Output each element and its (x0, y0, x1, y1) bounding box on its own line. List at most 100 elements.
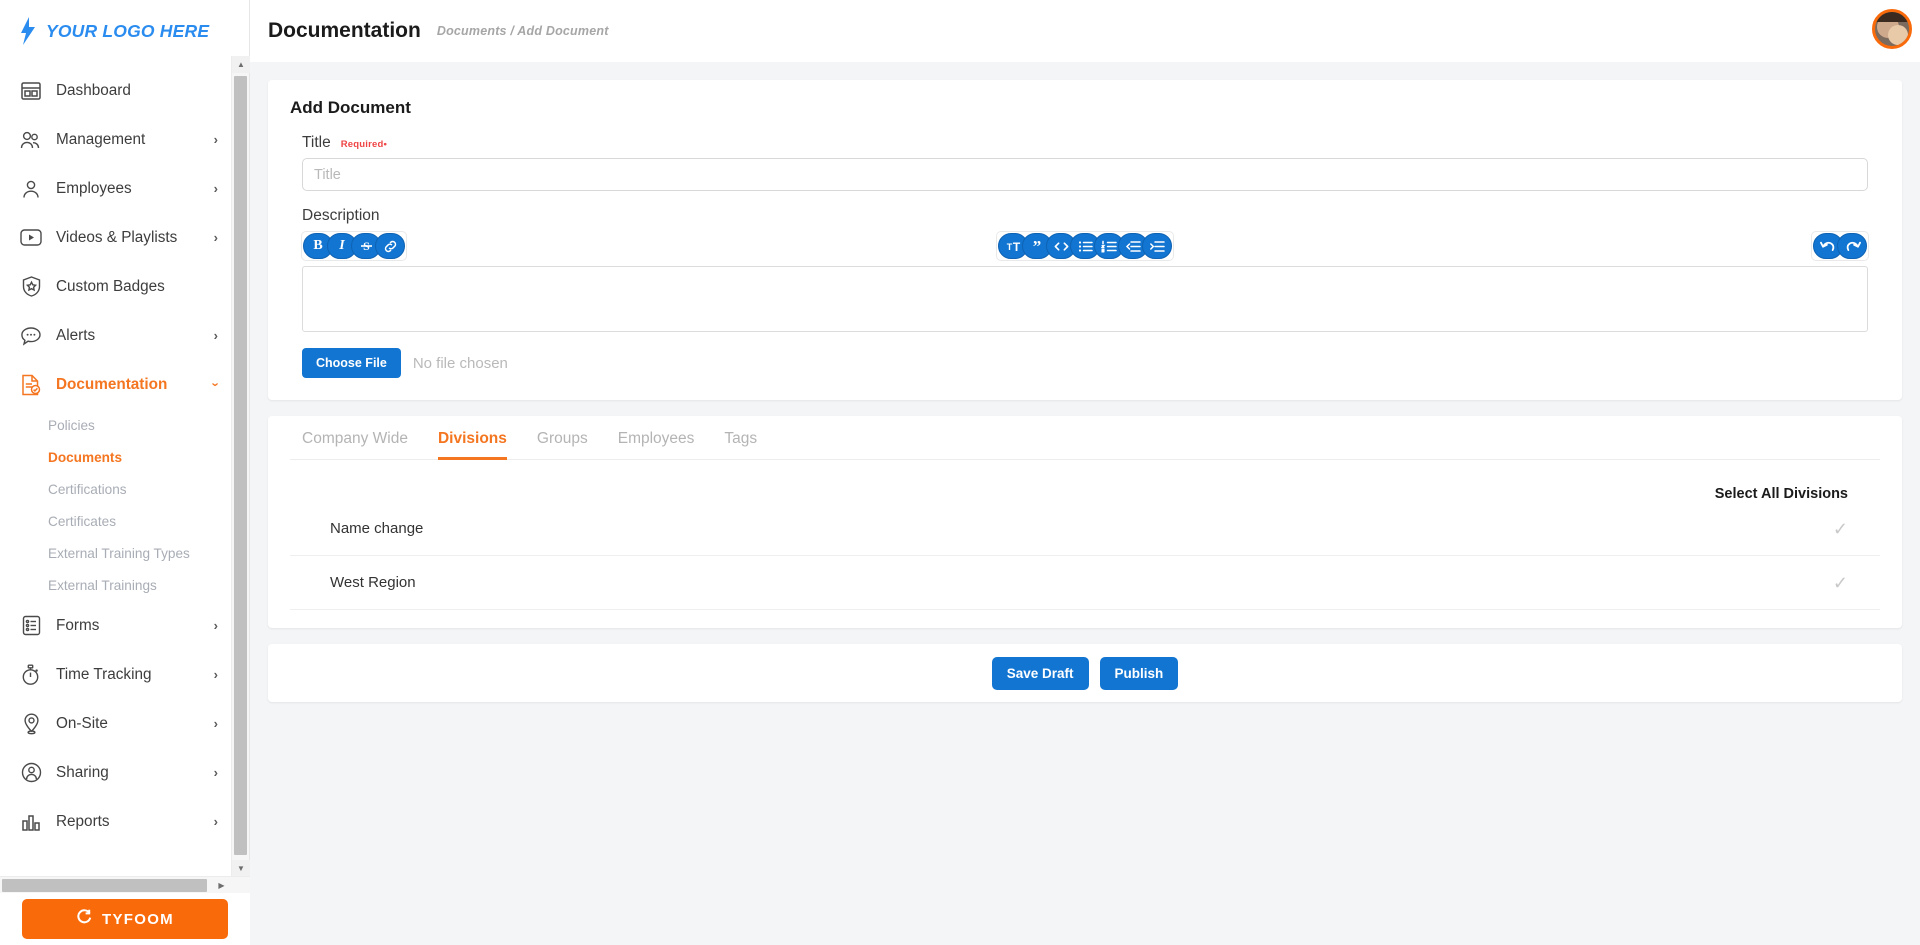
page-content: Add Document Title Required• Description… (250, 62, 1920, 945)
sidebar-item-label: Custom Badges (56, 278, 218, 296)
description-editor[interactable] (302, 266, 1868, 332)
sidebar-item-label: Documentation (56, 376, 214, 394)
sidebar-subitem-policies[interactable]: Policies (0, 409, 232, 441)
file-upload-row: Choose File No file chosen (302, 348, 1880, 378)
choose-file-button[interactable]: Choose File (302, 348, 401, 378)
sidebar-item-on-site[interactable]: On-Site › (0, 699, 232, 748)
scrollbar-thumb[interactable] (2, 879, 207, 892)
sidebar-subitem-certifications[interactable]: Certifications (0, 473, 232, 505)
sidebar-vertical-scrollbar[interactable]: ▲ ▼ (231, 56, 249, 877)
chevron-right-icon[interactable]: › (214, 717, 218, 730)
sidebar-item-alerts[interactable]: Alerts › (0, 311, 232, 360)
sidebar-subitem-documents[interactable]: Documents (0, 441, 232, 473)
sidebar-item-custom-badges[interactable]: Custom Badges (0, 262, 232, 311)
sidebar-item-label: Time Tracking (56, 666, 214, 684)
tab-employees[interactable]: Employees (618, 430, 695, 460)
audience-card: Company Wide Divisions Groups Employees … (268, 416, 1902, 628)
sidebar-nav: Dashboard Management › (0, 62, 249, 945)
publish-button[interactable]: Publish (1100, 657, 1179, 690)
user-icon (18, 176, 44, 202)
title-label-row: Title Required• (290, 134, 1880, 152)
sidebar-item-label: Employees (56, 180, 214, 198)
chevron-down-icon[interactable]: › (209, 382, 222, 386)
link-icon[interactable] (375, 233, 405, 259)
chevron-right-icon[interactable]: › (214, 766, 218, 779)
sidebar-item-reports[interactable]: Reports › (0, 797, 232, 846)
scroll-right-arrow-icon[interactable]: ▶ (213, 877, 230, 894)
brand-button-container: TYFOOM (0, 893, 250, 945)
chevron-right-icon[interactable]: › (214, 231, 218, 244)
logo-mark-icon (18, 16, 38, 46)
division-name: West Region (330, 574, 1833, 591)
tyfoom-button-label: TYFOOM (102, 911, 174, 928)
tab-groups[interactable]: Groups (537, 430, 588, 460)
table-row[interactable]: Name change ✓ (290, 502, 1880, 556)
toolbar-group-block: TT ” (997, 232, 1173, 260)
bar-chart-icon (18, 809, 44, 835)
toolbar-group-inline: B I S (302, 232, 406, 260)
select-all-row[interactable]: Select All Divisions (290, 460, 1880, 502)
badge-icon (18, 274, 44, 300)
sidebar-item-documentation[interactable]: Documentation › (0, 360, 232, 409)
sidebar-item-label: Management (56, 131, 214, 149)
sidebar-item-label: Sharing (56, 764, 214, 782)
tab-divisions[interactable]: Divisions (438, 430, 507, 460)
sidebar-item-forms[interactable]: Forms › (0, 601, 232, 650)
tab-company-wide[interactable]: Company Wide (302, 430, 408, 460)
page-title: Documentation (268, 19, 421, 43)
sidebar-subitem-external-training-types[interactable]: External Training Types (0, 537, 232, 569)
chevron-right-icon[interactable]: › (214, 619, 218, 632)
check-icon[interactable]: ✓ (1833, 574, 1848, 592)
sidebar-item-management[interactable]: Management › (0, 115, 232, 164)
indent-icon[interactable] (1142, 233, 1172, 259)
card-title: Add Document (290, 98, 1880, 118)
sidebar-item-employees[interactable]: Employees › (0, 164, 232, 213)
add-document-card: Add Document Title Required• Description… (268, 80, 1902, 400)
sidebar-subitem-external-trainings[interactable]: External Trainings (0, 569, 232, 601)
sidebar-item-label: Alerts (56, 327, 214, 345)
redo-icon[interactable] (1837, 233, 1867, 259)
chevron-right-icon[interactable]: › (214, 815, 218, 828)
toolbar-group-history (1812, 232, 1868, 260)
sidebar-item-dashboard[interactable]: Dashboard (0, 66, 232, 115)
avatar[interactable] (1872, 9, 1912, 49)
scroll-down-arrow-icon[interactable]: ▼ (232, 860, 250, 877)
sidebar-subitem-certificates[interactable]: Certificates (0, 505, 232, 537)
chat-icon (18, 323, 44, 349)
scrollbar-thumb[interactable] (234, 76, 247, 855)
users-icon (18, 127, 44, 153)
sidebar-item-time-tracking[interactable]: Time Tracking › (0, 650, 232, 699)
document-icon (18, 372, 44, 398)
sidebar-item-label: On-Site (56, 715, 214, 733)
app-root: YOUR LOGO HERE Dashboard (0, 0, 1920, 945)
avatar-face-b (1888, 25, 1908, 45)
sidebar-item-label: Forms (56, 617, 214, 635)
tyfoom-button[interactable]: TYFOOM (22, 899, 228, 939)
sidebar-horizontal-scrollbar[interactable]: ▶ (0, 876, 250, 893)
sidebar-subitem-label: Documents (48, 450, 122, 465)
dashboard-icon (18, 78, 44, 104)
select-all-divisions-label: Select All Divisions (1715, 486, 1848, 502)
logo-text: YOUR LOGO HERE (46, 21, 209, 42)
sidebar-subitem-label: External Training Types (48, 546, 190, 561)
chevron-right-icon[interactable]: › (214, 329, 218, 342)
save-draft-button[interactable]: Save Draft (992, 657, 1089, 690)
title-input[interactable] (302, 158, 1868, 191)
sidebar-item-sharing[interactable]: Sharing › (0, 748, 232, 797)
sidebar: YOUR LOGO HERE Dashboard (0, 0, 250, 945)
scroll-up-arrow-icon[interactable]: ▲ (232, 56, 250, 73)
sidebar-item-label: Reports (56, 813, 214, 831)
sidebar-subitem-label: External Trainings (48, 578, 157, 593)
chevron-right-icon[interactable]: › (214, 668, 218, 681)
logo[interactable]: YOUR LOGO HERE (0, 0, 249, 62)
division-name: Name change (330, 520, 1833, 537)
description-label-row: Description (290, 207, 1880, 225)
stopwatch-icon (18, 662, 44, 688)
check-icon[interactable]: ✓ (1833, 520, 1848, 538)
title-label: Title (302, 134, 331, 152)
chevron-right-icon[interactable]: › (214, 182, 218, 195)
sidebar-item-videos-playlists[interactable]: Videos & Playlists › (0, 213, 232, 262)
chevron-right-icon[interactable]: › (214, 133, 218, 146)
table-row[interactable]: West Region ✓ (290, 556, 1880, 610)
tab-tags[interactable]: Tags (724, 430, 757, 460)
